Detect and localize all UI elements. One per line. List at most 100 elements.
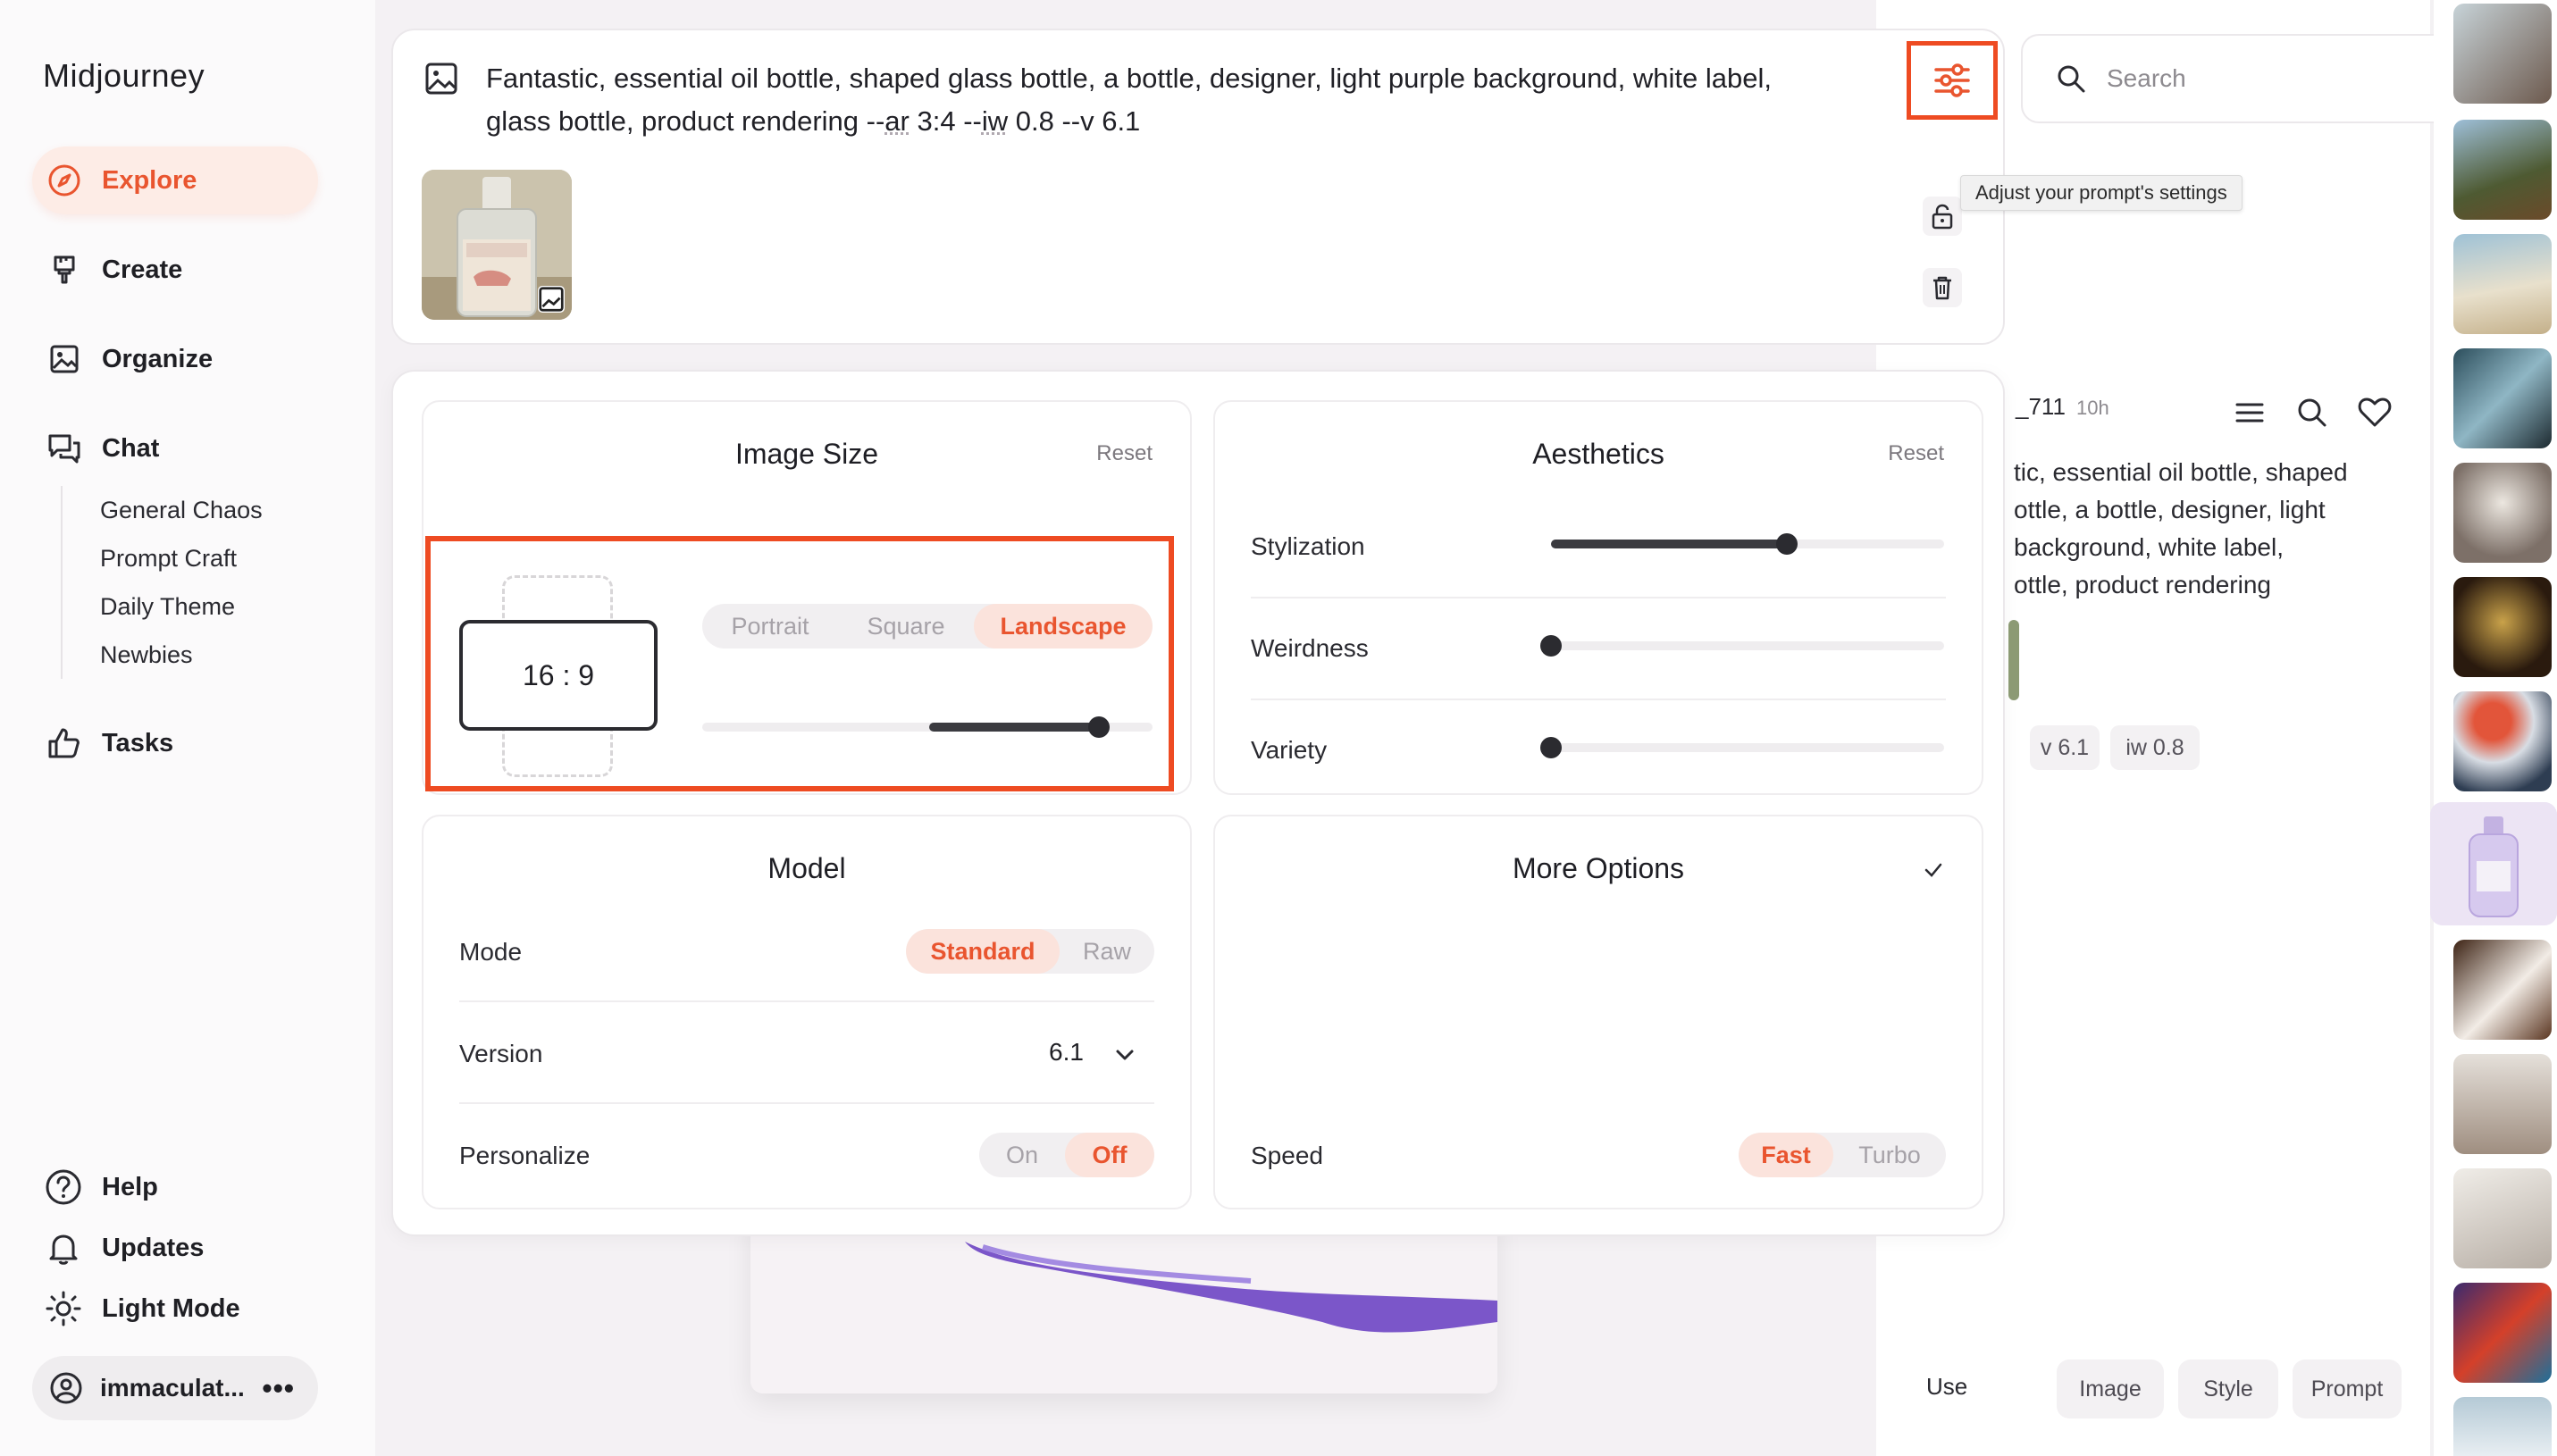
use-style-button[interactable]: Style xyxy=(2178,1360,2278,1418)
prompt-settings-button[interactable] xyxy=(1907,41,1998,120)
strip-thumb-3[interactable] xyxy=(2453,234,2552,334)
purple-bottle-image xyxy=(2430,802,2557,925)
strip-thumb-10[interactable] xyxy=(2453,1054,2552,1154)
variety-handle[interactable] xyxy=(1540,737,1562,758)
compass-icon xyxy=(48,164,80,197)
nav-help-label: Help xyxy=(102,1172,158,1201)
app-logo[interactable]: Midjourney xyxy=(43,57,205,95)
nav-light-mode[interactable]: Light Mode xyxy=(45,1290,240,1327)
more-options-title[interactable]: More Options xyxy=(1215,852,1982,885)
lock-icon xyxy=(1932,204,1953,230)
nav-create-label: Create xyxy=(102,255,183,284)
strip-thumb-4[interactable] xyxy=(2453,348,2552,448)
strip-thumb-5[interactable] xyxy=(2453,463,2552,563)
menu-icon[interactable] xyxy=(2230,393,2269,432)
mode-toggle[interactable]: Standard Raw xyxy=(906,929,1154,974)
strip-thumb-12[interactable] xyxy=(2453,1283,2552,1383)
nav-chat[interactable]: Chat xyxy=(32,414,318,482)
more-options-section: More Options Speed Fast Turbo xyxy=(1213,815,1983,1209)
nav-organize-label: Organize xyxy=(102,344,214,373)
use-image-button[interactable]: Image xyxy=(2057,1360,2164,1418)
settings-panel: Image Size Reset Aesthetics Reset Styliz… xyxy=(391,370,2005,1236)
nav-light-mode-label: Light Mode xyxy=(102,1293,240,1323)
strip-thumb-11[interactable] xyxy=(2453,1168,2552,1268)
detail-prompt-line-2: ottle, a bottle, designer, light xyxy=(2014,496,2326,523)
more-options-button[interactable]: ••• xyxy=(262,1372,295,1405)
channel-general-chaos[interactable]: General Chaos xyxy=(100,486,263,534)
image-prompt-badge xyxy=(538,286,565,313)
model-section: Model Mode Standard Raw Version 6.1 Pers… xyxy=(422,815,1192,1209)
strip-thumb-8-selected[interactable] xyxy=(2430,802,2557,925)
reference-image-thumbnail[interactable] xyxy=(422,170,572,320)
speed-toggle[interactable]: Fast Turbo xyxy=(1739,1133,1946,1177)
detail-prompt-line-4: ottle, product rendering xyxy=(2014,571,2271,598)
prompt-line-2b: 3:4 -- xyxy=(909,105,982,137)
aesthetics-divider-2 xyxy=(1251,699,1946,700)
variety-track[interactable] xyxy=(1551,743,1944,752)
strip-thumb-6[interactable] xyxy=(2453,577,2552,677)
personalize-on-option[interactable]: On xyxy=(979,1133,1065,1177)
weirdness-handle[interactable] xyxy=(1540,635,1562,657)
delete-button[interactable] xyxy=(1923,268,1962,307)
image-size-reset[interactable]: Reset xyxy=(1096,441,1153,466)
strip-thumb-7[interactable] xyxy=(2453,691,2552,791)
model-title: Model xyxy=(767,852,846,884)
nav-create[interactable]: Create xyxy=(32,236,318,304)
sidebar: Midjourney Explore Create Organize Chat … xyxy=(0,0,375,1456)
settings-tooltip: Adjust your prompt's settings xyxy=(1960,175,2243,211)
nav-organize[interactable]: Organize xyxy=(32,325,318,393)
purple-swoosh-image xyxy=(750,1215,1497,1393)
preview-image[interactable] xyxy=(750,1215,1497,1393)
use-prompt-button[interactable]: Prompt xyxy=(2293,1360,2402,1418)
strip-thumb-9[interactable] xyxy=(2453,940,2552,1040)
weirdness-label: Weirdness xyxy=(1251,634,1369,662)
strip-thumb-13[interactable] xyxy=(2453,1397,2552,1456)
personalize-label: Personalize xyxy=(459,1142,591,1169)
personalize-toggle[interactable]: On Off xyxy=(979,1133,1154,1177)
prompt-input[interactable]: Fantastic, essential oil bottle, shaped … xyxy=(486,57,1880,143)
aesthetics-divider-1 xyxy=(1251,597,1946,598)
prompt-card: Fantastic, essential oil bottle, shaped … xyxy=(391,29,2005,345)
channel-daily-theme[interactable]: Daily Theme xyxy=(100,582,263,631)
nav-tasks[interactable]: Tasks xyxy=(32,709,318,777)
heart-icon[interactable] xyxy=(2355,393,2394,432)
strip-thumb-2[interactable] xyxy=(2453,120,2552,220)
speed-fast-option[interactable]: Fast xyxy=(1739,1133,1833,1177)
search-similar-icon[interactable] xyxy=(2293,393,2332,432)
user-menu[interactable]: immaculat... ••• xyxy=(32,1356,318,1420)
detail-prompt-line-1: tic, essential oil bottle, shaped xyxy=(2014,458,2348,486)
user-name: immaculat... xyxy=(100,1374,245,1402)
stylization-handle[interactable] xyxy=(1776,533,1798,555)
chevron-down-icon[interactable] xyxy=(1113,1045,1136,1065)
nav-tasks-label: Tasks xyxy=(102,728,174,757)
version-tag[interactable]: v 6.1 xyxy=(2030,725,2100,770)
creator-name[interactable]: _711 xyxy=(2016,393,2066,421)
chevron-toggle-icon[interactable] xyxy=(1923,861,1944,879)
version-value[interactable]: 6.1 xyxy=(1049,1038,1084,1067)
search-bar[interactable]: Search xyxy=(2021,34,2486,123)
channel-newbies[interactable]: Newbies xyxy=(100,631,263,679)
image-size-title: Image Size xyxy=(734,438,879,470)
nav-explore[interactable]: Explore xyxy=(32,146,318,214)
chat-icon xyxy=(48,434,80,464)
speed-turbo-option[interactable]: Turbo xyxy=(1833,1133,1946,1177)
personalize-off-option[interactable]: Off xyxy=(1065,1133,1154,1177)
weirdness-track[interactable] xyxy=(1551,641,1944,650)
search-icon xyxy=(2058,65,2085,93)
nav-updates[interactable]: Updates xyxy=(45,1229,204,1267)
aesthetics-reset[interactable]: Reset xyxy=(1888,441,1944,466)
image-icon xyxy=(50,345,79,373)
mode-standard-option[interactable]: Standard xyxy=(906,929,1060,974)
image-weight-tag[interactable]: iw 0.8 xyxy=(2110,725,2200,770)
lock-button[interactable] xyxy=(1923,197,1962,236)
image-prompt-icon[interactable] xyxy=(423,61,459,96)
speed-label: Speed xyxy=(1251,1142,1323,1169)
mode-raw-option[interactable]: Raw xyxy=(1060,929,1154,974)
trash-icon xyxy=(1933,276,1951,300)
strip-thumb-1[interactable] xyxy=(2453,4,2552,104)
nav-help[interactable]: Help xyxy=(45,1168,158,1206)
search-placeholder: Search xyxy=(2107,64,2186,92)
channel-prompt-craft[interactable]: Prompt Craft xyxy=(100,534,263,582)
bell-icon xyxy=(49,1234,78,1265)
nav-updates-label: Updates xyxy=(102,1233,205,1262)
